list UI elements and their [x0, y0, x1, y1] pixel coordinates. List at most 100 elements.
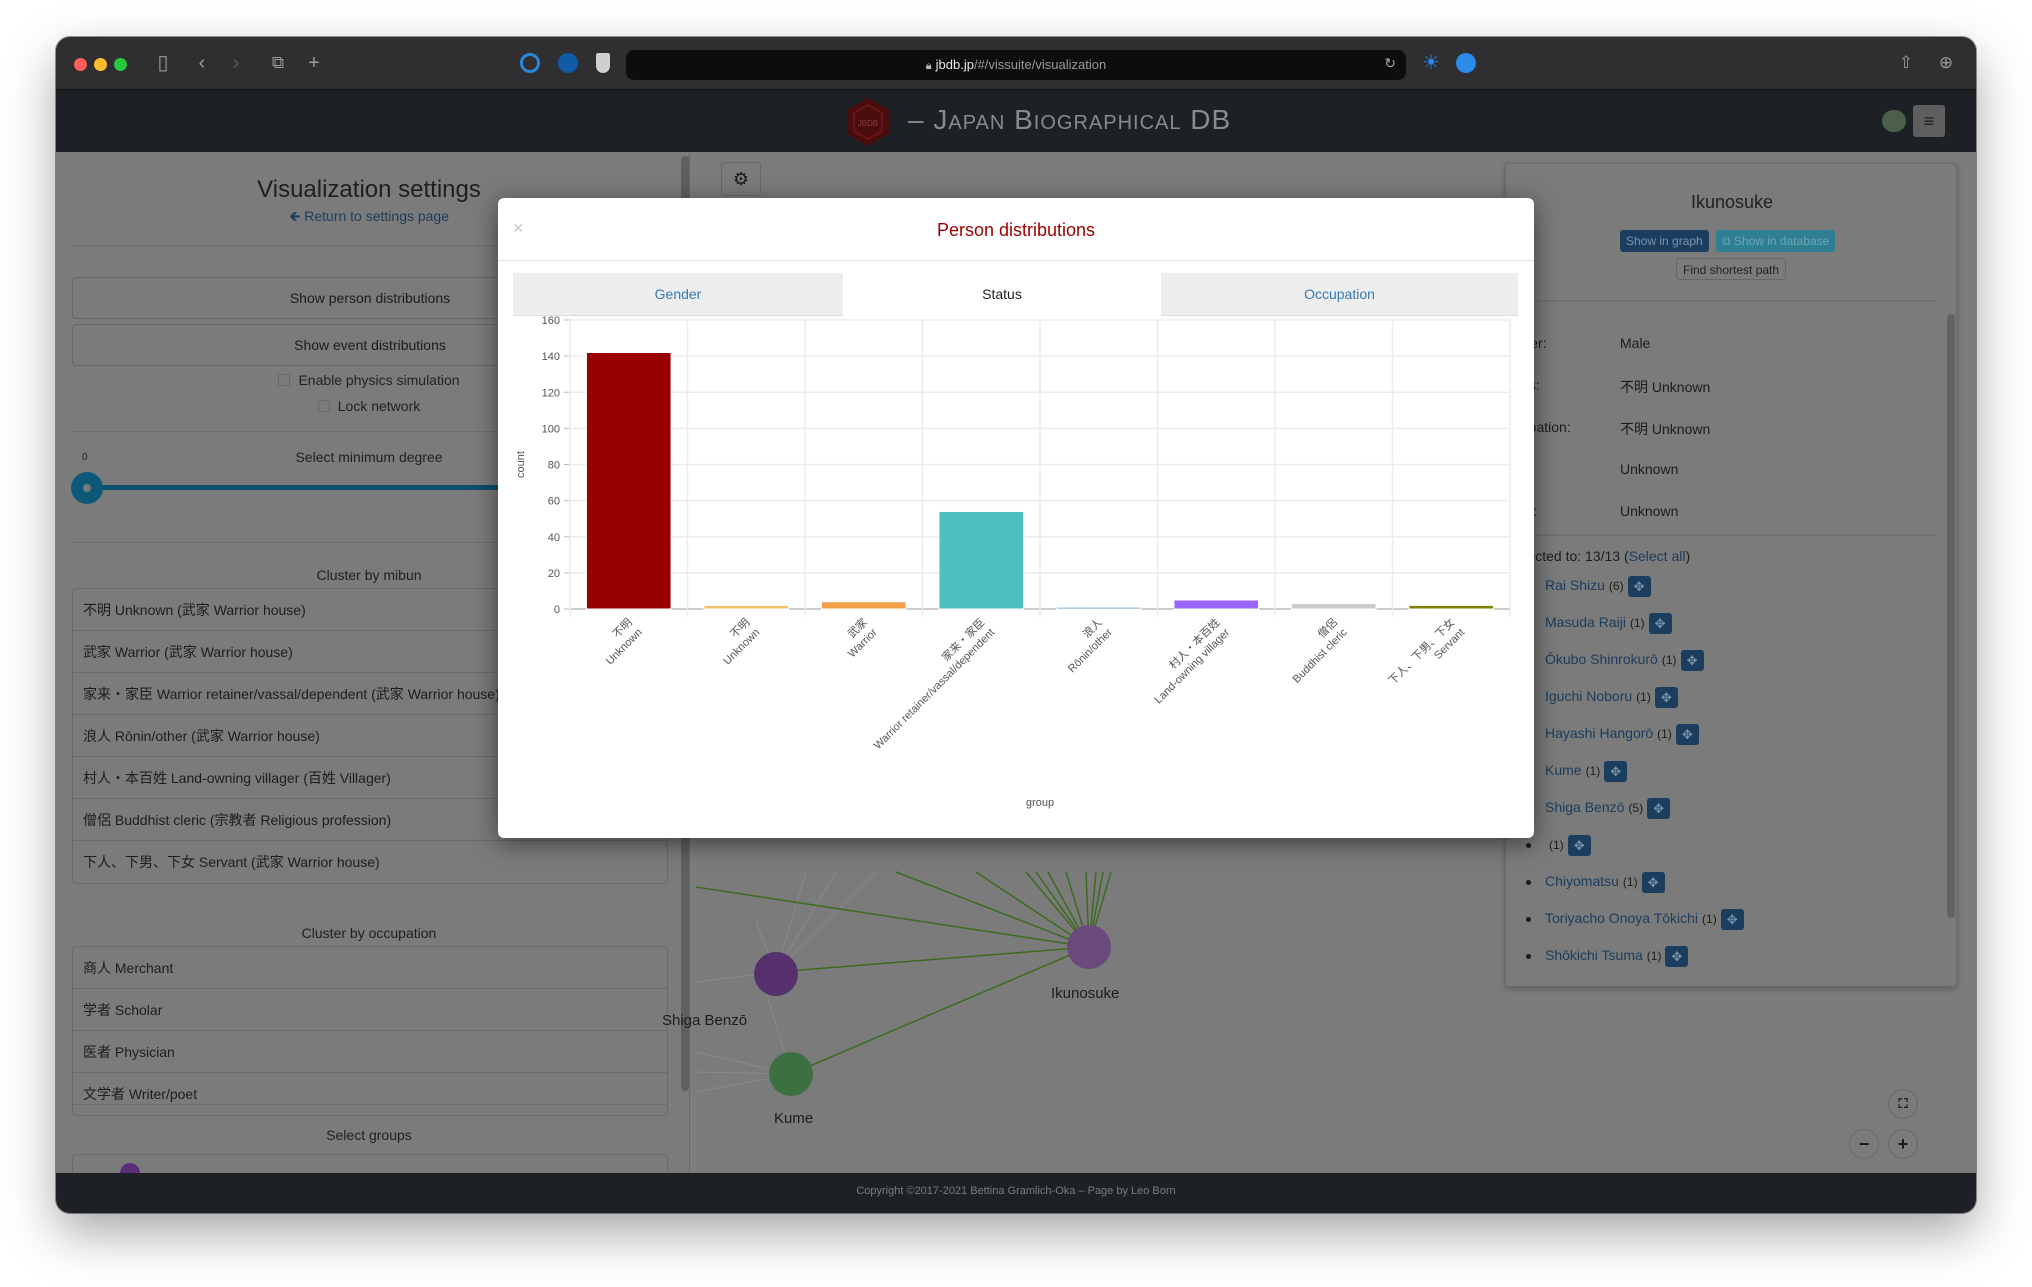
- graph-node-ikunosuke: [1067, 925, 1111, 969]
- bar-0: [585, 352, 672, 610]
- connection-link[interactable]: Chiyomatsu: [1545, 873, 1619, 889]
- connection-count: (1): [1657, 727, 1672, 742]
- node-label-shiga-benzo: Shiga Benzō: [662, 1012, 748, 1029]
- new-tab-icon[interactable]: +: [304, 51, 324, 75]
- y-tick-label: 0: [554, 604, 560, 616]
- occupation-item[interactable]: 商人 Merchant: [73, 947, 667, 989]
- fit-view-icon[interactable]: ⛶: [1888, 1089, 1918, 1119]
- copyright-text: Copyright ©2017-2021 Bettina Gramlich-Ok…: [856, 1185, 1176, 1197]
- move-arrows-icon[interactable]: ✥: [1680, 650, 1704, 671]
- lock-network-checkbox[interactable]: [317, 400, 330, 412]
- svg-text:JBDB: JBDB: [858, 119, 878, 128]
- show-in-database-button[interactable]: ⧉ Show in database: [1716, 230, 1836, 252]
- divider: [1516, 534, 1936, 536]
- y-tick-label: 80: [548, 460, 560, 472]
- y-tick-label: 100: [542, 423, 560, 435]
- move-arrows-icon[interactable]: ✥: [1654, 687, 1678, 708]
- y-tick-label: 60: [548, 496, 560, 508]
- y-axis-title: count: [515, 451, 527, 478]
- y-tick-label: 40: [548, 532, 560, 544]
- y-tick-label: 120: [542, 387, 560, 399]
- privacy-shield-icon[interactable]: [596, 53, 610, 73]
- jbdb-logo[interactable]: JBDB: [842, 96, 894, 148]
- person-panel-scrollbar[interactable]: [1947, 314, 1955, 918]
- address-bar[interactable]: 🔒︎ jbdb.jp/#/vissuite/visualization ↻: [626, 50, 1406, 80]
- connection-link[interactable]: Hayashi Hangorō: [1545, 725, 1653, 741]
- move-arrows-icon[interactable]: ✥: [1675, 724, 1699, 745]
- y-tick-label: 160: [542, 315, 560, 327]
- back-icon[interactable]: ‹: [192, 51, 212, 75]
- connection-count: (1): [1702, 912, 1717, 927]
- connection-count: (6): [1608, 579, 1624, 594]
- move-arrows-icon[interactable]: ✥: [1665, 946, 1689, 967]
- ublock-icon[interactable]: [558, 53, 578, 73]
- translate-icon[interactable]: [1456, 53, 1476, 73]
- bullet: [1526, 843, 1531, 848]
- onepassword-icon[interactable]: [520, 53, 540, 73]
- move-arrows-icon[interactable]: ✥: [1720, 909, 1744, 930]
- occupation-item[interactable]: 学者 Scholar: [73, 989, 667, 1031]
- minimize-window-button[interactable]: [94, 58, 107, 71]
- x-category-label: 下人、下男、下女Servant: [1385, 615, 1467, 687]
- forward-icon[interactable]: ›: [226, 51, 246, 75]
- min-degree-value: 0: [82, 452, 88, 463]
- move-arrows-icon[interactable]: ✥: [1604, 761, 1628, 782]
- close-window-button[interactable]: [74, 58, 87, 71]
- connection-item: Chiyomatsu (1) ✥: [1526, 872, 1744, 909]
- reload-icon[interactable]: ↻: [1384, 55, 1396, 72]
- connection-count: (1): [1585, 764, 1601, 779]
- move-arrows-icon[interactable]: ✥: [1627, 576, 1651, 597]
- occupation-item[interactable]: 医者 Physician: [73, 1031, 667, 1073]
- bar-6: [1290, 603, 1377, 610]
- connection-link[interactable]: Kume: [1545, 762, 1582, 778]
- mibun-item[interactable]: 下人、下男、下女 Servant (武家 Warrior house): [73, 841, 667, 883]
- divider: [1516, 300, 1936, 302]
- sidebar-toggle-icon[interactable]: ▯: [151, 51, 175, 75]
- connection-link[interactable]: Toriyacho Onoya Tōkichi: [1545, 910, 1698, 926]
- occupation-item[interactable]: 文学者 Writer/poet: [73, 1073, 667, 1115]
- graph-edge: [790, 946, 1090, 1075]
- connection-item: Rai Shizu (6) ✥: [1526, 576, 1744, 613]
- x-category-label: 家来・家臣Warrior retainer/vassal/dependent: [872, 615, 997, 752]
- connection-link[interactable]: Masuda Raiji: [1545, 614, 1626, 630]
- connection-link[interactable]: Shōkichi Tsuma: [1545, 947, 1643, 963]
- find-shortest-path-button[interactable]: Find shortest path: [1676, 258, 1787, 280]
- connection-count: (1): [1661, 653, 1677, 668]
- hamburger-menu-button[interactable]: ≡: [1913, 105, 1945, 137]
- status-badge-icon[interactable]: [1882, 110, 1906, 132]
- select-all-link[interactable]: Select all: [1629, 548, 1686, 564]
- zoom-in-button[interactable]: +: [1888, 1129, 1918, 1159]
- x-category-english: Warrior retainer/vassal/dependent: [872, 627, 997, 752]
- min-degree-slider-handle[interactable]: [71, 472, 103, 504]
- tab-overview-icon[interactable]: ⧉: [266, 51, 290, 75]
- connection-link[interactable]: Iguchi Noboru: [1545, 688, 1632, 704]
- physics-label: Enable physics simulation: [298, 372, 460, 388]
- url-path: /#/vissuite/visualization: [973, 57, 1107, 72]
- zoom-out-button[interactable]: −: [1849, 1129, 1879, 1159]
- x-category-label: 武家Warrior: [844, 615, 880, 660]
- connection-link[interactable]: Ōkubo Shinrokurō: [1545, 651, 1658, 667]
- bar-1: [703, 604, 790, 610]
- field-value: Male: [1620, 335, 1651, 351]
- external-link-icon: ⧉: [1722, 234, 1734, 248]
- move-arrows-icon[interactable]: ✥: [1648, 613, 1672, 634]
- connection-link[interactable]: Rai Shizu: [1545, 577, 1605, 593]
- browser-toolbar: ▯ ‹ › ⧉ + 🔒︎ jbdb.jp/#/vissuite/visualiza…: [56, 37, 1976, 90]
- connection-item: Kume (1) ✥: [1526, 761, 1744, 798]
- node-label-ikunosuke: Ikunosuke: [1051, 985, 1120, 1002]
- share-icon[interactable]: ⇧: [1896, 51, 1916, 75]
- dark-reader-icon[interactable]: ☀: [1419, 51, 1443, 75]
- move-arrows-icon[interactable]: ✥: [1647, 798, 1671, 819]
- physics-checkbox[interactable]: [278, 374, 291, 386]
- downloads-icon[interactable]: ⊕: [1936, 51, 1956, 75]
- field-value: 不明 Unknown: [1620, 379, 1711, 395]
- move-arrows-icon[interactable]: ✥: [1641, 872, 1665, 893]
- connection-item: Hayashi Hangorō (1) ✥: [1526, 724, 1744, 761]
- move-arrows-icon[interactable]: ✥: [1567, 835, 1591, 856]
- connection-link[interactable]: Shiga Benzō: [1545, 799, 1624, 815]
- show-in-graph-button[interactable]: Show in graph: [1620, 230, 1709, 252]
- x-category-label: 不明Unknown: [721, 616, 762, 668]
- field-value: Unknown: [1620, 503, 1679, 519]
- maximize-window-button[interactable]: [114, 58, 127, 71]
- graph-node-shiga-benzo: [754, 952, 798, 996]
